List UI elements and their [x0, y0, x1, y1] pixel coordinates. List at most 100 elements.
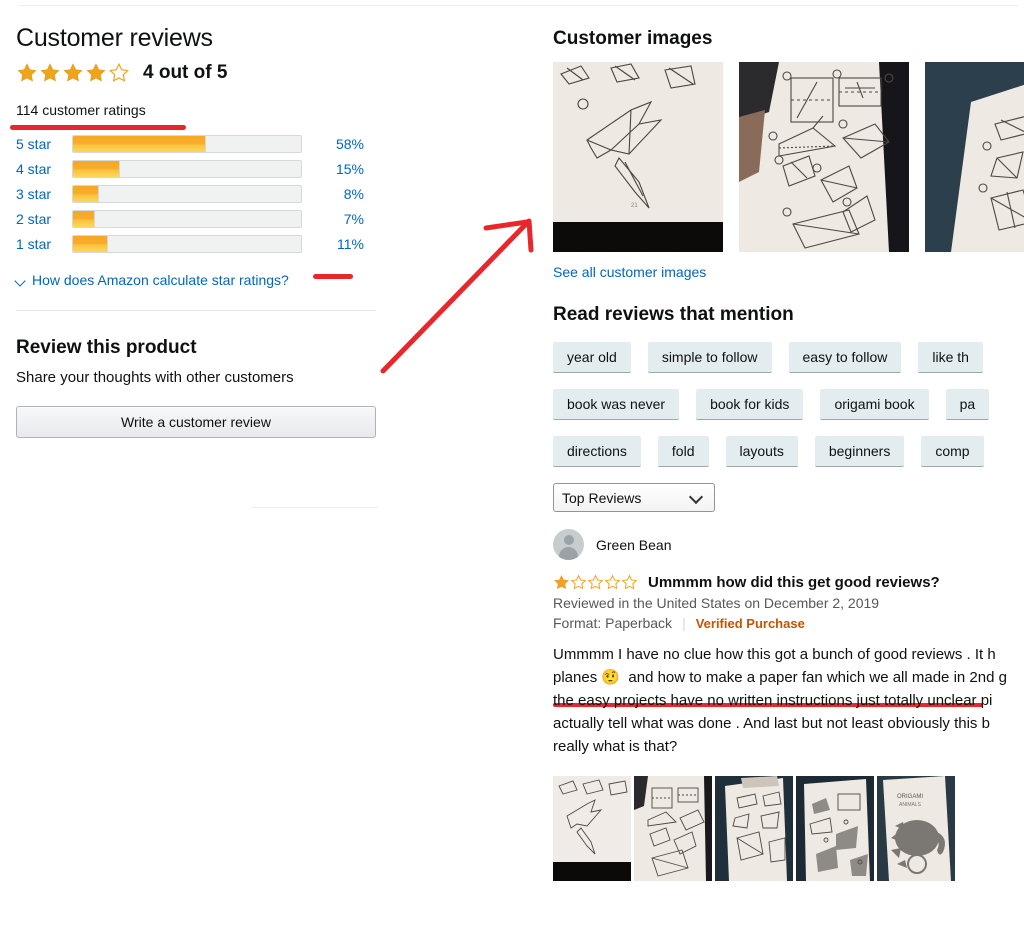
- share-thoughts-text: Share your thoughts with other customers: [16, 369, 294, 386]
- lower-divider: [252, 507, 378, 508]
- customer-images-gallery: 21: [553, 62, 1024, 252]
- star-filled-icon: [553, 574, 570, 591]
- star-filled-icon: [16, 62, 38, 84]
- star-empty-icon: [570, 574, 587, 591]
- keyword-tag[interactable]: book for kids: [696, 389, 804, 420]
- overall-rating-text: 4 out of 5: [143, 62, 228, 83]
- keyword-tag[interactable]: layouts: [725, 436, 798, 467]
- histogram-label[interactable]: 1 star: [16, 236, 72, 252]
- review-image-thumbnails: ORIGAMI ANIMALS: [553, 776, 1024, 881]
- reviewer-name[interactable]: Green Bean: [596, 537, 672, 553]
- tag-row: year old simple to follow easy to follow…: [553, 342, 1024, 373]
- reviews-summary-column: Customer reviews 4 out of 5 114 customer…: [16, 22, 396, 438]
- annotation-underline-1star-percent: [313, 274, 353, 279]
- keyword-tag[interactable]: pa: [945, 389, 990, 420]
- customer-images-heading: Customer images: [553, 28, 713, 49]
- histogram-row-5star[interactable]: 5 star 58%: [16, 132, 396, 156]
- tag-row: book was never book for kids origami boo…: [553, 389, 1024, 420]
- section-divider: [16, 310, 376, 311]
- keyword-tag[interactable]: fold: [657, 436, 709, 467]
- keyword-tag[interactable]: easy to follow: [788, 342, 902, 373]
- star-empty-icon: [621, 574, 638, 591]
- review-image-thumbnail[interactable]: [553, 776, 631, 881]
- review-image-thumbnail[interactable]: [634, 776, 712, 881]
- verified-purchase-badge[interactable]: Verified Purchase: [696, 616, 805, 631]
- review-body-text: Ummmm I have no clue how this got a bunc…: [553, 646, 1007, 755]
- histogram-bar-track[interactable]: [72, 160, 302, 178]
- star-filled-icon: [62, 62, 84, 84]
- sort-reviews-selected-value: Top Reviews: [562, 489, 642, 506]
- histogram-row-3star[interactable]: 3 star 8%: [16, 182, 396, 206]
- review-title-row[interactable]: Ummmm how did this get good reviews?: [553, 574, 1024, 591]
- customer-image-thumbnail[interactable]: [739, 62, 909, 252]
- histogram-percent[interactable]: 58%: [302, 136, 364, 152]
- histogram-row-2star[interactable]: 2 star 7%: [16, 207, 396, 231]
- customer-reviews-page: Customer reviews 4 out of 5 114 customer…: [0, 0, 1024, 934]
- reviewer-row[interactable]: Green Bean: [553, 529, 1024, 560]
- overall-star-rating[interactable]: [16, 62, 130, 84]
- tag-row: directions fold layouts beginners comp: [553, 436, 1024, 467]
- read-reviews-mention-heading: Read reviews that mention: [553, 304, 794, 325]
- review-title[interactable]: Ummmm how did this get good reviews?: [648, 574, 940, 591]
- review-image-thumbnail[interactable]: [796, 776, 874, 881]
- review-format-row: Format: Paperback | Verified Purchase: [553, 615, 1024, 631]
- review-format: Format: Paperback: [553, 615, 673, 631]
- star-filled-icon: [85, 62, 107, 84]
- histogram-row-4star[interactable]: 4 star 15%: [16, 157, 396, 181]
- review-image-thumbnail[interactable]: [715, 776, 793, 881]
- separator: |: [682, 615, 686, 631]
- star-empty-icon: [587, 574, 604, 591]
- keyword-tag[interactable]: directions: [553, 436, 641, 467]
- review-image-thumbnail[interactable]: ORIGAMI ANIMALS: [877, 776, 955, 881]
- histogram-label[interactable]: 3 star: [16, 186, 72, 202]
- keyword-tag[interactable]: origami book: [820, 389, 929, 420]
- top-divider: [18, 5, 1018, 6]
- svg-text:ORIGAMI: ORIGAMI: [897, 794, 923, 800]
- histogram-bar-fill: [73, 211, 95, 227]
- histogram-percent[interactable]: 7%: [302, 211, 364, 227]
- svg-text:ANIMALS: ANIMALS: [899, 802, 922, 808]
- histogram-label[interactable]: 5 star: [16, 136, 72, 152]
- annotation-underline-ratings-count: [10, 125, 186, 130]
- review-star-rating[interactable]: [553, 574, 638, 591]
- page-title: Customer reviews: [16, 24, 213, 52]
- histogram-bar-track[interactable]: [72, 210, 302, 228]
- overall-rating-row[interactable]: 4 out of 5: [16, 62, 396, 84]
- chevron-down-icon: [691, 492, 702, 503]
- histogram-bar-fill: [73, 161, 120, 177]
- star-empty-icon: [108, 62, 130, 84]
- star-empty-icon: [604, 574, 621, 591]
- keyword-tag[interactable]: beginners: [814, 436, 905, 467]
- keyword-tag[interactable]: book was never: [553, 389, 680, 420]
- histogram-bar-track[interactable]: [72, 135, 302, 153]
- chevron-down-icon: [16, 276, 25, 285]
- keyword-tag[interactable]: year old: [553, 342, 631, 373]
- svg-text:21: 21: [631, 203, 638, 209]
- ratings-count[interactable]: 114 customer ratings: [16, 102, 146, 118]
- keyword-tag[interactable]: simple to follow: [647, 342, 772, 373]
- histogram-percent[interactable]: 8%: [302, 186, 364, 202]
- customer-image-thumbnail[interactable]: 21: [553, 62, 723, 252]
- avatar: [553, 529, 584, 560]
- reviews-content-column: Customer images 21 See all customer imag…: [553, 28, 1024, 881]
- customer-image-thumbnail[interactable]: [925, 62, 1024, 252]
- histogram-label[interactable]: 2 star: [16, 211, 72, 227]
- histogram-bar-fill: [73, 186, 100, 202]
- star-filled-icon: [39, 62, 61, 84]
- histogram-bar-fill: [73, 136, 207, 152]
- histogram-percent[interactable]: 11%: [302, 236, 364, 252]
- how-ratings-calculated-label: How does Amazon calculate star ratings?: [32, 272, 289, 288]
- histogram-bar-fill: [73, 236, 109, 252]
- histogram-bar-track[interactable]: [72, 185, 302, 203]
- review-keyword-tags: year old simple to follow easy to follow…: [553, 342, 1024, 467]
- keyword-tag[interactable]: comp: [921, 436, 984, 467]
- sort-reviews-dropdown[interactable]: Top Reviews: [553, 483, 715, 512]
- histogram-row-1star[interactable]: 1 star 11%: [16, 232, 396, 256]
- see-all-customer-images-link[interactable]: See all customer images: [553, 264, 706, 280]
- keyword-tag[interactable]: like th: [918, 342, 983, 373]
- write-customer-review-button[interactable]: Write a customer review: [16, 406, 376, 438]
- histogram-bar-track[interactable]: [72, 235, 302, 253]
- histogram-percent[interactable]: 15%: [302, 161, 364, 177]
- review-meta: Reviewed in the United States on Decembe…: [553, 595, 880, 611]
- histogram-label[interactable]: 4 star: [16, 161, 72, 177]
